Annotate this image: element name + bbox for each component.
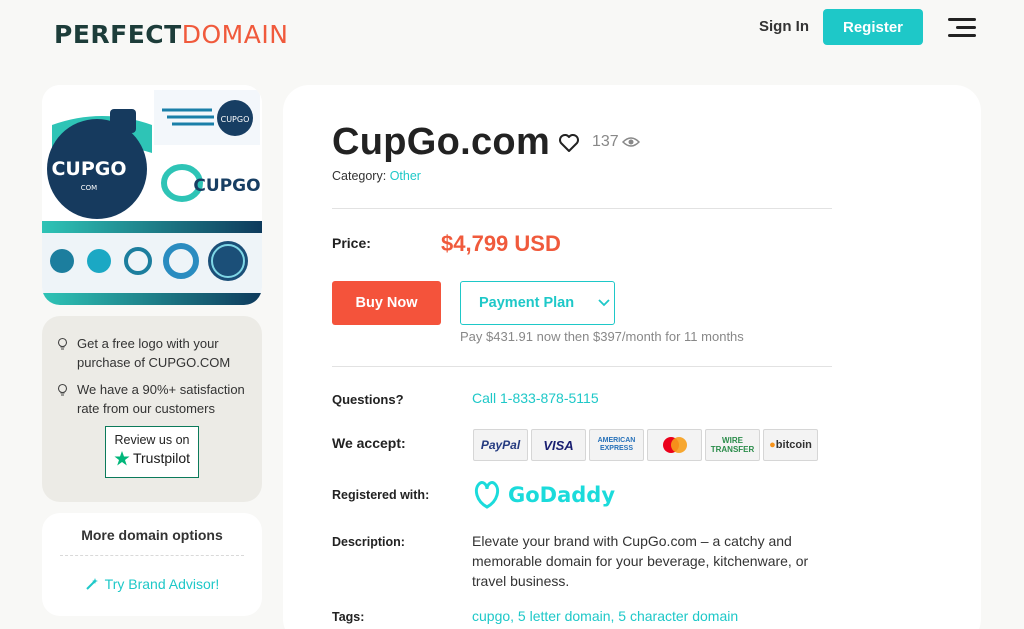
buy-now-button[interactable]: Buy Now: [332, 281, 441, 325]
promo-text: We have a 90%+ satisfaction rate from ou…: [77, 382, 245, 416]
brand-advisor-label: Try Brand Advisor!: [104, 576, 220, 592]
trustpilot-label: Trustpilot: [132, 450, 191, 466]
mini-logo-text: CUPGO: [221, 115, 250, 124]
price-value: $4,799 USD: [441, 231, 561, 256]
payment-plan-note: Pay $431.91 now then $397/month for 11 m…: [460, 329, 744, 344]
promo-text: Get a free logo with your purchase of CU…: [77, 336, 231, 370]
mastercard-icon: [647, 429, 702, 461]
category-value-link[interactable]: Other: [390, 169, 421, 183]
godaddy-logo: GoDaddy: [472, 481, 615, 509]
registered-label: Registered with:: [332, 488, 430, 502]
chevron-down-icon: [598, 299, 610, 307]
trustpilot-line2: Trustpilot: [106, 450, 198, 466]
price-label: Price:: [332, 235, 371, 251]
more-options-card: More domain options Try Brand Advisor!: [42, 513, 262, 616]
sign-in-link[interactable]: Sign In: [759, 18, 809, 35]
mid-logo-text: CUPGO: [193, 176, 260, 196]
description-text: Elevate your brand with CupGo.com – a ca…: [472, 533, 809, 589]
godaddy-icon: [474, 481, 500, 509]
wire-transfer-icon: WIRE TRANSFER: [705, 429, 760, 461]
logo-main-text: CUPGO: [51, 158, 126, 180]
domain-logo-image: CUPGO COM CUPGO CUPGO: [42, 85, 262, 305]
lightbulb-icon: [57, 383, 68, 396]
category-line: Category: Other: [332, 169, 421, 183]
heart-icon[interactable]: [558, 133, 580, 158]
promo-item: We have a 90%+ satisfaction rate from ou…: [56, 380, 248, 418]
promo-item: Get a free logo with your purchase of CU…: [56, 334, 248, 372]
logo-sub-text: COM: [81, 184, 97, 192]
payment-plan-dropdown[interactable]: Payment Plan: [460, 281, 615, 325]
brand-advisor-link[interactable]: Try Brand Advisor!: [42, 576, 262, 592]
logo-part-domain: DOMAIN: [181, 20, 289, 49]
tags-links[interactable]: cupgo, 5 letter domain, 5 character doma…: [472, 608, 738, 624]
domain-detail-card: CupGo.com 137 Category: Other Price: $4,…: [283, 85, 981, 629]
trustpilot-line1: Review us on: [114, 433, 190, 447]
hamburger-icon[interactable]: [948, 16, 976, 40]
visa-icon: VISA: [531, 429, 586, 461]
trustpilot-badge[interactable]: Review us on Trustpilot: [105, 426, 199, 478]
questions-label: Questions?: [332, 392, 404, 407]
domain-name: CupGo.com: [332, 121, 551, 163]
promo-box: Get a free logo with your purchase of CU…: [42, 316, 262, 502]
amex-icon: AMERICAN EXPRESS: [589, 429, 644, 461]
payment-methods: PayPal VISA AMERICAN EXPRESS WIRE TRANSF…: [473, 429, 818, 461]
paypal-icon: PayPal: [473, 429, 528, 461]
phone-link[interactable]: Call 1-833-878-5115: [472, 390, 599, 406]
description-label: Description:: [332, 535, 405, 549]
divider: [332, 366, 832, 367]
divider: [60, 555, 244, 556]
lightbulb-icon: [57, 337, 68, 350]
category-label: Category:: [332, 169, 387, 183]
more-options-title: More domain options: [81, 527, 223, 543]
site-logo[interactable]: PERFECTDOMAIN: [54, 20, 288, 49]
payment-plan-label: Payment Plan: [479, 295, 575, 311]
magic-wand-icon: [85, 578, 98, 590]
registrar-name: GoDaddy: [508, 483, 616, 507]
bitcoin-icon: ● bitcoin: [763, 429, 818, 461]
logo-part-perfect: PERFECT: [54, 20, 182, 49]
divider: [332, 208, 832, 209]
star-icon: [114, 451, 130, 466]
accept-label: We accept:: [332, 435, 406, 451]
view-count: 137: [592, 133, 640, 151]
tags-label: Tags:: [332, 610, 365, 624]
view-count-value: 137: [592, 133, 619, 150]
register-button[interactable]: Register: [823, 9, 923, 45]
eye-icon: [621, 137, 640, 147]
